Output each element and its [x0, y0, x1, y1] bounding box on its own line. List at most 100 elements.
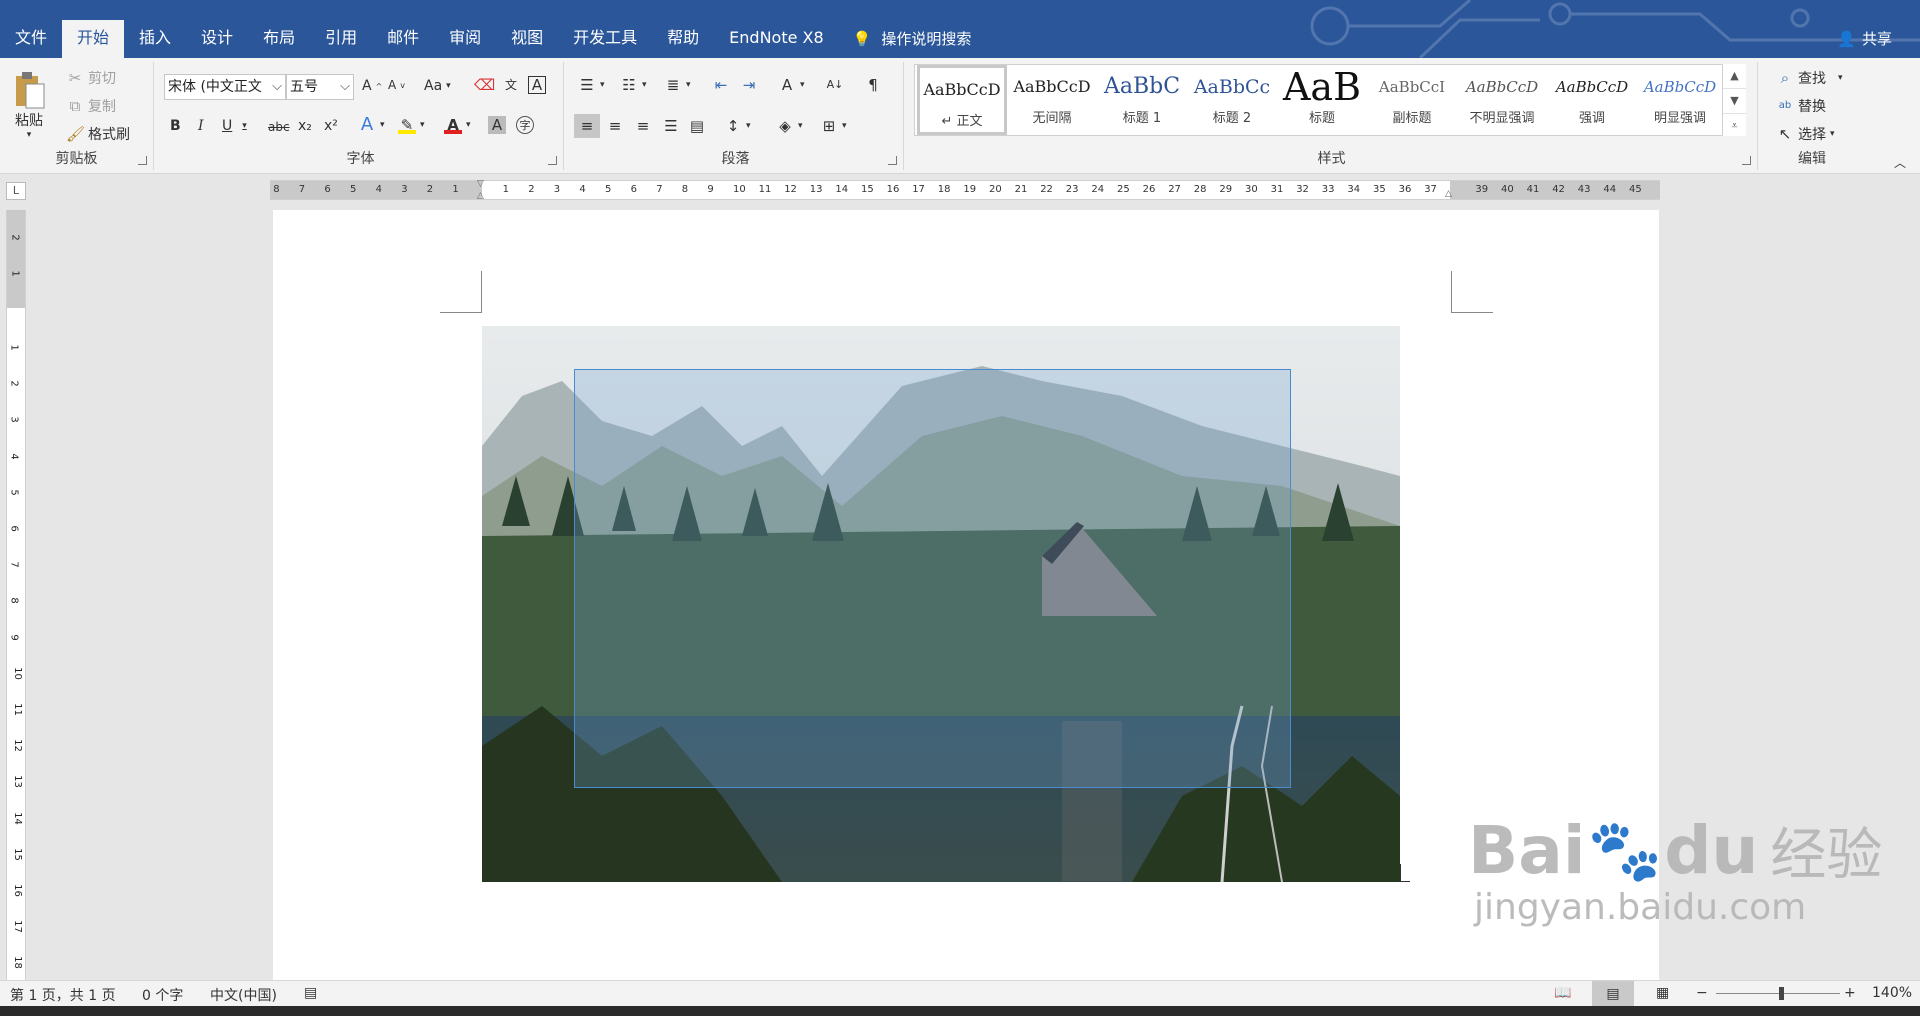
line-spacing-button[interactable]: ↕ ▾: [724, 117, 751, 135]
tab-review[interactable]: 审阅: [434, 20, 496, 58]
collapse-ribbon-button[interactable]: ︿: [1894, 154, 1906, 171]
phonetic-guide-button[interactable]: 文: [502, 76, 520, 94]
character-shading-button[interactable]: A: [488, 116, 506, 134]
web-layout-icon[interactable]: ▦: [1656, 985, 1669, 1001]
paw-logo-icon: 🐾: [1587, 816, 1663, 886]
tab-endnote[interactable]: EndNote X8: [714, 20, 839, 58]
tab-mailings[interactable]: 邮件: [372, 20, 434, 58]
tell-me-search[interactable]: 💡 操作说明搜索: [839, 20, 986, 58]
page-count[interactable]: 第 1 页，共 1 页: [10, 985, 116, 1005]
superscript-button[interactable]: x²: [324, 118, 338, 134]
zoom-level[interactable]: 140%: [1872, 985, 1912, 1001]
strikethrough-button[interactable]: abc: [268, 120, 290, 134]
multilevel-list-button[interactable]: ≣ ▾: [664, 76, 691, 94]
vertical-ruler[interactable]: 2 1 1 2 3 4 5 6 7 8 9 10 11 12 13 14 15 16 17 18: [6, 210, 26, 980]
chevron-down-icon[interactable]: ▼: [1723, 89, 1746, 114]
highlight-button[interactable]: ✎ ▾: [398, 116, 425, 134]
font-color-button[interactable]: A ▾: [444, 116, 471, 134]
word-count[interactable]: 0 个字: [142, 985, 183, 1005]
tab-home[interactable]: 开始: [62, 20, 125, 58]
group-clipboard: 粘贴 ▾ ✂ 剪切 ⧉ 复制 🖌 格式刷 剪贴板: [0, 62, 154, 170]
dialog-launcher-icon[interactable]: [888, 156, 897, 165]
tab-insert[interactable]: 插入: [124, 20, 186, 58]
indent-marker-icon[interactable]: △: [477, 191, 484, 201]
underline-button[interactable]: U ▾: [222, 118, 247, 134]
tab-references[interactable]: 引用: [310, 20, 372, 58]
subscript-button[interactable]: x₂: [298, 118, 312, 134]
copy-button[interactable]: ⧉ 复制: [66, 96, 116, 116]
ruler-number: 1: [452, 184, 459, 195]
align-right-button[interactable]: ≡: [634, 117, 652, 135]
style-normal[interactable]: AaBbCcD ↵ 正文: [917, 65, 1007, 135]
style-subtle-emphasis[interactable]: AaBbCcD 不明显强调: [1457, 65, 1547, 135]
style-no-spacing[interactable]: AaBbCcD 无间隔: [1007, 65, 1097, 135]
zoom-slider-thumb[interactable]: [1779, 987, 1784, 1000]
format-painter-button[interactable]: 🖌 格式刷: [66, 124, 130, 144]
replace-button[interactable]: ab 替换: [1776, 96, 1826, 116]
grow-font-button[interactable]: A ^: [362, 78, 382, 94]
borders-button[interactable]: ⊞ ▾: [820, 117, 847, 135]
decrease-indent-button[interactable]: ⇤: [712, 76, 730, 94]
ruler-number: 40: [1501, 184, 1514, 195]
select-button[interactable]: ↖ 选择 ▾: [1776, 124, 1835, 144]
paste-button[interactable]: 粘贴 ▾: [12, 70, 46, 140]
style-sample: AaBbCcI: [1378, 78, 1446, 96]
tab-developer[interactable]: 开发工具: [558, 20, 652, 58]
justify-button[interactable]: ☰: [662, 117, 680, 135]
bullets-button[interactable]: ☰ ▾: [578, 76, 604, 94]
chevron-up-icon[interactable]: ▲: [1723, 64, 1746, 89]
cut-button[interactable]: ✂ 剪切: [66, 68, 116, 88]
style-heading-1[interactable]: AaBbC 标题 1: [1097, 65, 1187, 135]
change-case-button[interactable]: Aa ▾: [424, 78, 451, 94]
distributed-button[interactable]: ▤: [688, 117, 706, 135]
align-center-button[interactable]: ≡: [606, 117, 624, 135]
tab-view[interactable]: 视图: [496, 20, 558, 58]
tab-help[interactable]: 帮助: [652, 20, 714, 58]
chevron-down-icon: ⌵: [340, 79, 350, 94]
zoom-out-icon[interactable]: −: [1696, 985, 1708, 1001]
print-layout-icon[interactable]: ▤: [1592, 981, 1634, 1007]
tab-design[interactable]: 设计: [186, 20, 248, 58]
share-button[interactable]: 👤 共享: [1837, 28, 1892, 49]
character-border-button[interactable]: A: [528, 76, 546, 94]
font-name-select[interactable]: 宋体 (中文正文 ⌵: [164, 74, 286, 100]
tab-layout[interactable]: 布局: [248, 20, 310, 58]
shrink-font-button[interactable]: Av: [388, 78, 405, 92]
tab-selector-button[interactable]: L: [6, 182, 26, 200]
dialog-launcher-icon[interactable]: [548, 156, 557, 165]
style-subtitle[interactable]: AaBbCcI 副标题: [1367, 65, 1457, 135]
tab-file[interactable]: 文件: [0, 20, 62, 58]
style-name: 标题 1: [1122, 111, 1162, 126]
macro-record-icon[interactable]: ▤: [304, 985, 317, 1001]
shading-button[interactable]: ◈ ▾: [776, 117, 802, 135]
bold-button[interactable]: B: [170, 118, 181, 134]
show-marks-button[interactable]: ¶: [864, 76, 882, 94]
text-effects-button[interactable]: A ▾: [358, 116, 385, 134]
italic-button[interactable]: I: [198, 118, 204, 134]
dialog-launcher-icon[interactable]: [138, 156, 147, 165]
style-emphasis[interactable]: AaBbCcD 强调: [1547, 65, 1637, 135]
indent-marker-icon[interactable]: ▽: [477, 179, 484, 189]
style-heading-2[interactable]: AaBbCc 标题 2: [1187, 65, 1277, 135]
right-indent-marker-icon[interactable]: △: [1445, 189, 1452, 199]
sort-button[interactable]: A↓: [826, 76, 844, 94]
clear-formatting-button[interactable]: ⌫: [474, 76, 495, 94]
style-title[interactable]: AaB 标题: [1277, 65, 1367, 135]
enclose-characters-button[interactable]: 字: [516, 116, 534, 134]
increase-indent-button[interactable]: ⇥: [740, 76, 758, 94]
style-intense-emphasis[interactable]: AaBbCcD 明显强调: [1637, 65, 1723, 135]
dialog-launcher-icon[interactable]: [1742, 156, 1751, 165]
numbering-button[interactable]: ☷ ▾: [620, 76, 646, 94]
read-mode-icon[interactable]: 📖: [1554, 985, 1571, 1001]
zoom-slider[interactable]: [1716, 987, 1840, 1000]
horizontal-ruler[interactable]: 8 7 6 5 4 3 2 1 1 2 3 4 5 6 7 8 9 10 11 12 13 14 15 16 17 18 19 20 2…: [270, 179, 1660, 201]
find-button[interactable]: ⌕ 查找 ▾: [1776, 68, 1843, 88]
phonetic-icon: 文: [504, 78, 517, 92]
language-status[interactable]: 中文(中国): [210, 985, 277, 1005]
chinese-layout-button[interactable]: A ▾: [778, 76, 805, 94]
more-styles-icon[interactable]: ⩡: [1723, 114, 1746, 138]
selection-rectangle[interactable]: [574, 369, 1291, 788]
align-left-button[interactable]: ≡: [574, 114, 600, 138]
zoom-in-icon[interactable]: +: [1844, 985, 1856, 1001]
font-size-select[interactable]: 五号 ⌵: [286, 74, 354, 100]
